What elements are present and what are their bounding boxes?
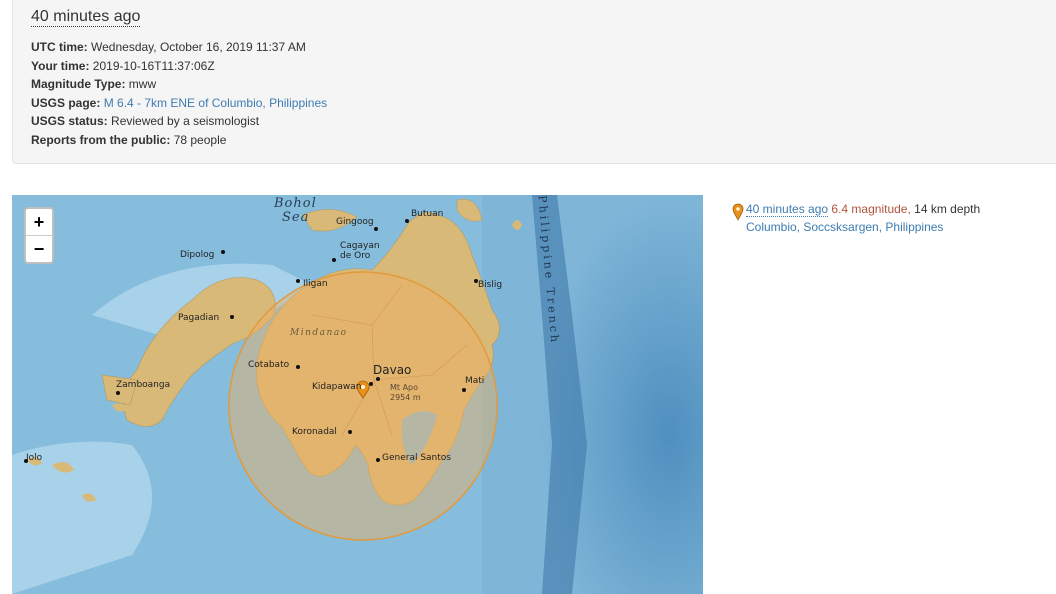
details-list: UTC time: Wednesday, October 16, 2019 11… bbox=[31, 38, 327, 150]
map-label-cotabato: Cotabato bbox=[248, 360, 290, 370]
map-label-zamboanga: Zamboanga bbox=[116, 380, 171, 390]
time-ago-link[interactable]: 40 minutes ago bbox=[31, 8, 141, 27]
map-label-bohol-sea: Bohol Sea bbox=[274, 196, 317, 225]
public-reports-row: Reports from the public: 78 people bbox=[31, 132, 227, 147]
map-label-pagadian: Pagadian bbox=[178, 313, 220, 323]
event-summary: 40 minutes ago 6.4 magnitude, 14 km dept… bbox=[732, 200, 1032, 236]
map-label-kidapawan: Kidapawan bbox=[312, 382, 362, 392]
map-label-davao: Davao bbox=[373, 363, 412, 377]
event-location-link[interactable]: Columbio, Soccsksargen, Philippines bbox=[746, 220, 943, 234]
zoom-out-button[interactable]: − bbox=[26, 236, 52, 262]
map-label-mati: Mati bbox=[465, 376, 485, 386]
event-time-link[interactable]: 40 minutes ago bbox=[746, 202, 829, 217]
map-label-bislig: Bislig bbox=[478, 280, 503, 290]
your-time-row: Your time: 2019-10-16T11:37:06Z bbox=[31, 58, 215, 73]
event-magnitude: 6.4 magnitude, bbox=[831, 202, 911, 216]
map-label-jolo: Jolo bbox=[26, 453, 43, 463]
map-label-mindanao: Mindanao bbox=[290, 328, 348, 338]
map-label-mt-apo: Mt Apo 2954 m bbox=[390, 383, 421, 402]
event-summary-text: 40 minutes ago 6.4 magnitude, 14 km dept… bbox=[732, 200, 1032, 236]
usgs-page-row: USGS page: M 6.4 - 7km ENE of Columbio, … bbox=[31, 95, 328, 110]
map-label-general-santos: General Santos bbox=[382, 453, 451, 463]
location-pin-icon bbox=[732, 203, 744, 221]
map-label-gingoog: Gingoog bbox=[336, 217, 374, 227]
earthquake-map[interactable]: + − Bohol Sea Gingoog Butuan Cagayan de … bbox=[12, 195, 703, 594]
zoom-control: + − bbox=[24, 207, 54, 264]
usgs-page-link[interactable]: M 6.4 - 7km ENE of Columbio, Philippines bbox=[104, 96, 327, 110]
map-label-iligan: Iligan bbox=[303, 279, 328, 289]
map-label-dipolog: Dipolog bbox=[180, 250, 215, 260]
event-depth: 14 km depth bbox=[914, 202, 981, 216]
zoom-in-button[interactable]: + bbox=[26, 209, 52, 236]
map-label-koronadal: Koronadal bbox=[292, 427, 337, 437]
map-label-butuan: Butuan bbox=[411, 209, 444, 219]
map-label-cagayan: Cagayan de Oro bbox=[340, 241, 380, 261]
usgs-status-row: USGS status: Reviewed by a seismologist bbox=[31, 114, 260, 129]
magnitude-type-row: Magnitude Type: mww bbox=[31, 77, 157, 92]
utc-time-row: UTC time: Wednesday, October 16, 2019 11… bbox=[31, 40, 306, 54]
earthquake-info-panel: 40 minutes ago UTC time: Wednesday, Octo… bbox=[12, 0, 1056, 164]
